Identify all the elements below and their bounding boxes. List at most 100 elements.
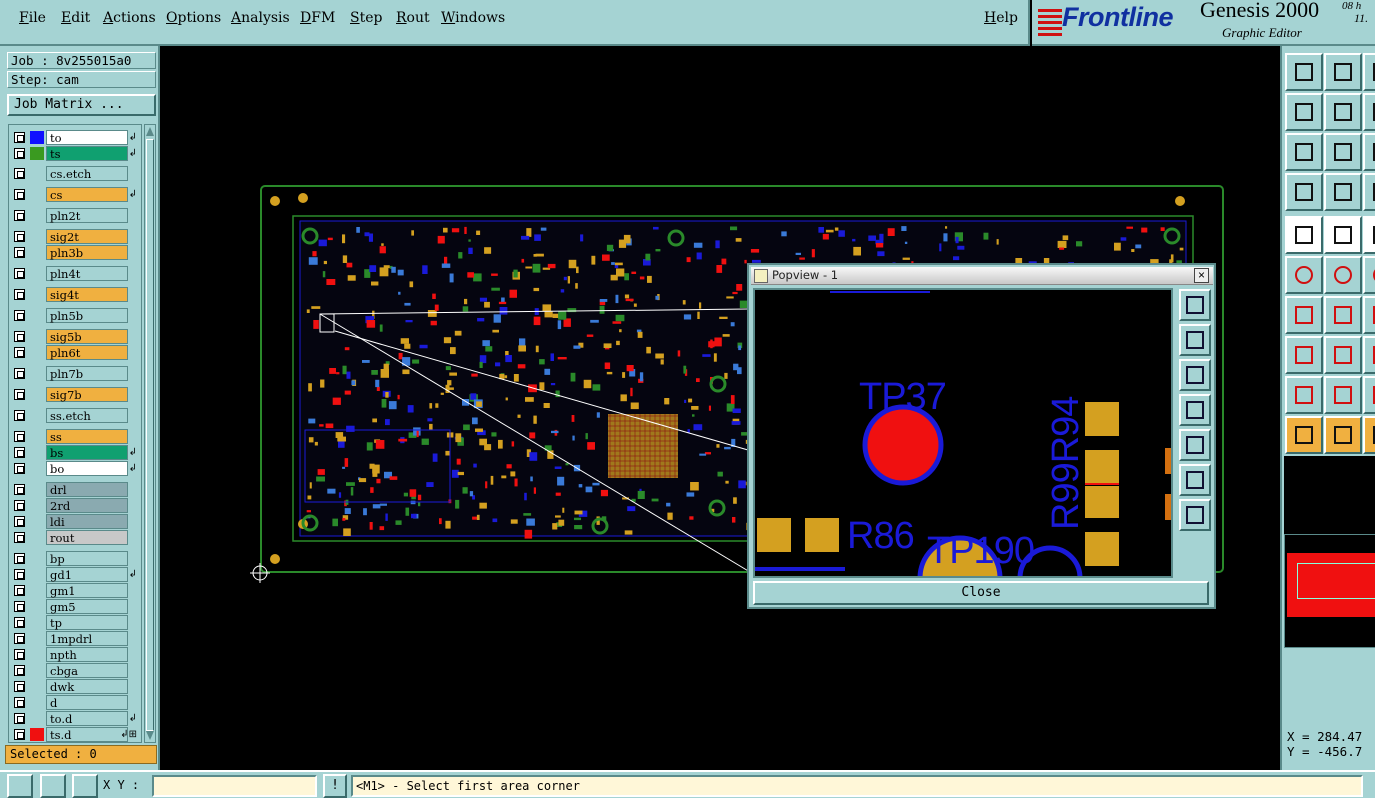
layer-name[interactable]: dwk [46, 679, 128, 694]
move-right-icon[interactable] [1324, 93, 1362, 131]
layer-name[interactable]: rout [46, 530, 128, 545]
layer-color-swatch[interactable] [30, 330, 44, 343]
menu-step[interactable]: Step [350, 10, 382, 26]
layer-color-swatch[interactable] [30, 309, 44, 322]
net-icon[interactable] [1285, 256, 1323, 294]
triangle-icon[interactable] [1285, 376, 1323, 414]
layer-row[interactable]: bp [11, 551, 141, 566]
layer-name[interactable]: pln5b [46, 308, 128, 323]
layer-name[interactable]: sig4t [46, 287, 128, 302]
tri-x-icon[interactable] [1363, 376, 1375, 414]
layer-affected-icon[interactable]: ↲ [129, 187, 137, 202]
layer-name[interactable]: to.d [46, 711, 128, 726]
layer-name[interactable]: d [46, 695, 128, 710]
popview-fit-button[interactable] [1179, 499, 1211, 531]
layer-color-swatch[interactable] [30, 552, 44, 565]
layer-row[interactable]: gm1 [11, 583, 141, 598]
menu-windows[interactable]: Windows [441, 10, 505, 26]
layer-checkbox[interactable] [14, 681, 25, 692]
layer-row[interactable]: to ↲ [11, 130, 141, 145]
layer-color-swatch[interactable] [30, 147, 44, 160]
layer-checkbox[interactable] [14, 484, 25, 495]
layer-color-swatch[interactable] [30, 446, 44, 459]
layer-color-swatch[interactable] [30, 462, 44, 475]
layer-name[interactable]: gm1 [46, 583, 128, 598]
layer-row[interactable]: pln4t [11, 266, 141, 281]
layer-checkbox[interactable] [14, 210, 25, 221]
layer-color-swatch[interactable] [30, 632, 44, 645]
bar-icon[interactable] [1324, 336, 1362, 374]
close-icon[interactable]: × [1194, 268, 1209, 283]
layer-affected-icon[interactable]: ↲ [129, 130, 137, 145]
layer-name[interactable]: ss [46, 429, 128, 444]
layer-row[interactable]: to.d ↲ [11, 711, 141, 726]
layer-checkbox[interactable] [14, 410, 25, 421]
layer-row[interactable]: bo ↲ [11, 461, 141, 476]
layer-color-swatch[interactable] [30, 664, 44, 677]
arrow-icon[interactable] [1324, 376, 1362, 414]
layer-row[interactable]: ts.d ↲⊞ [11, 727, 141, 742]
layer-affected-icon[interactable]: ↲ [129, 445, 137, 460]
popview-pan-up-button[interactable] [1179, 324, 1211, 356]
menu-file[interactable]: File [19, 10, 46, 26]
move-down-icon[interactable] [1324, 53, 1362, 91]
job-matrix-button[interactable]: Job Matrix ... [7, 94, 156, 116]
layer-name[interactable]: ts.d [46, 727, 128, 742]
layer-row[interactable]: pln7b [11, 366, 141, 381]
layer-affected-icon[interactable]: ↲ [129, 567, 137, 582]
popview-pan-down-button[interactable] [1179, 359, 1211, 391]
layer-checkbox[interactable] [14, 585, 25, 596]
select-tool-icon[interactable] [1363, 173, 1375, 211]
layer-color-swatch[interactable] [30, 409, 44, 422]
layer-affected-icon[interactable]: ↲⊞ [120, 727, 137, 742]
menu-options[interactable]: Options [166, 10, 221, 26]
layer-checkbox[interactable] [14, 368, 25, 379]
layer-checkbox[interactable] [14, 331, 25, 342]
layer-checkbox[interactable] [14, 148, 25, 159]
move-x-icon[interactable] [1363, 93, 1375, 131]
layer-color-swatch[interactable] [30, 531, 44, 544]
layer-name[interactable]: npth [46, 647, 128, 662]
layer-name[interactable]: tp [46, 615, 128, 630]
layer-row[interactable]: dwk [11, 679, 141, 694]
layer-affected-icon[interactable]: ↲ [129, 711, 137, 726]
layer-checkbox[interactable] [14, 447, 25, 458]
menu-analysis[interactable]: Analysis [231, 10, 290, 26]
layer-color-swatch[interactable] [30, 131, 44, 144]
menu-dfm[interactable]: DFM [300, 10, 335, 26]
layer-row[interactable]: sig5b [11, 329, 141, 344]
move-up-icon[interactable] [1285, 53, 1323, 91]
layer-row[interactable]: cs.etch [11, 166, 141, 181]
grid-icon[interactable] [72, 774, 98, 798]
layer-color-swatch[interactable] [30, 209, 44, 222]
scroll-up-icon[interactable] [146, 127, 154, 136]
layer-row[interactable]: npth [11, 647, 141, 662]
layer-row[interactable]: drl [11, 482, 141, 497]
point-icon[interactable] [1285, 336, 1323, 374]
move-left-icon[interactable] [1285, 93, 1323, 131]
zoom-x-icon[interactable] [1363, 133, 1375, 171]
layer-color-swatch[interactable] [30, 696, 44, 709]
layer-checkbox[interactable] [14, 189, 25, 200]
layer-color-swatch[interactable] [30, 483, 44, 496]
layer-color-swatch[interactable] [30, 680, 44, 693]
xy-input[interactable] [152, 775, 317, 797]
line-x-icon[interactable] [1363, 296, 1375, 334]
layer-name[interactable]: cs.etch [46, 166, 128, 181]
layer-checkbox[interactable] [14, 347, 25, 358]
layer-color-swatch[interactable] [30, 728, 44, 741]
layer-checkbox[interactable] [14, 289, 25, 300]
pointer-icon[interactable] [1285, 416, 1323, 454]
layer-name[interactable]: drl [46, 482, 128, 497]
layer-checkbox[interactable] [14, 500, 25, 511]
layer-name[interactable]: bs [46, 445, 128, 460]
zoom-icon[interactable] [1324, 133, 1362, 171]
grid-tool-icon[interactable] [1324, 173, 1362, 211]
draw-icon[interactable] [1324, 216, 1362, 254]
layer-row[interactable]: cs ↲ [11, 187, 141, 202]
layer-name[interactable]: bp [46, 551, 128, 566]
layer-row[interactable]: ts ↲ [11, 146, 141, 161]
popview-zoom-in-button[interactable] [1179, 289, 1211, 321]
layer-color-swatch[interactable] [30, 367, 44, 380]
layer-row[interactable]: pln3b [11, 245, 141, 260]
